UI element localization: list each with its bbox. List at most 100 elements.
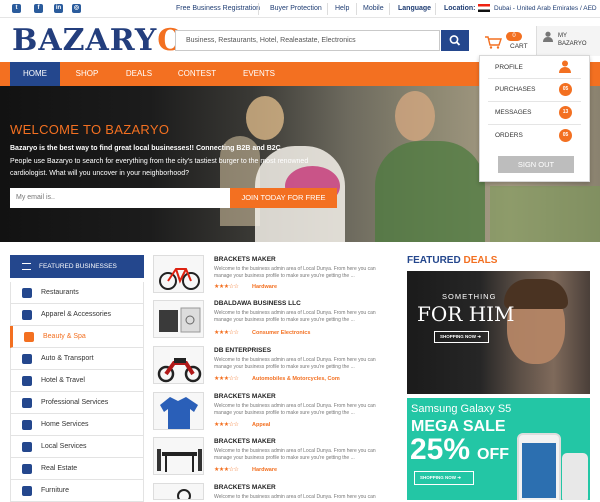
bazaryo-logo[interactable]: BAZARYO: [12, 24, 184, 58]
plane-icon: [22, 376, 32, 386]
join-button[interactable]: JOIN TODAY FOR FREE: [230, 188, 337, 208]
nav-deals[interactable]: DEALS: [114, 62, 164, 86]
account-menu-button[interactable]: MY BAZARYO: [536, 26, 600, 56]
featured-businesses-header: FEATURED BUSINESSES: [10, 255, 144, 278]
location-selector[interactable]: Dubai - United Arab Emirates / AED: [494, 5, 597, 12]
search-button[interactable]: [441, 30, 469, 51]
listing-title[interactable]: BRACKETS MAKER: [214, 256, 276, 263]
mobile-link[interactable]: Mobile: [363, 5, 384, 12]
facebook-icon[interactable]: f: [34, 4, 43, 13]
sidebar-item-apparel[interactable]: Apparel & Accessories: [10, 304, 144, 326]
sidebar-item-restaurants[interactable]: Restaurants: [10, 282, 144, 304]
listing-category[interactable]: Automobiles & Motorcycles, Com: [252, 376, 340, 382]
sidebar-item-beauty-spa[interactable]: Beauty & Spa: [10, 326, 144, 348]
sidebar-item-real-estate[interactable]: Real Estate: [10, 458, 144, 480]
listing-thumbnail[interactable]: [153, 346, 204, 384]
dropdown-purchases[interactable]: PURCHASES: [495, 86, 535, 93]
furniture-icon: [22, 486, 32, 496]
listing-description: Welcome to the business admin area of Lo…: [214, 266, 376, 272]
listing-category[interactable]: Consumer Electronics: [252, 330, 310, 336]
deal-subtitle: Samsung Galaxy S5: [411, 403, 512, 415]
divider: [488, 78, 581, 79]
email-field[interactable]: My email is..: [10, 188, 230, 208]
pin-icon: [22, 442, 32, 452]
listing-rating: ★★★☆☆: [214, 422, 239, 428]
hero-photo-person: [395, 91, 435, 141]
listing-thumbnail[interactable]: [153, 483, 204, 500]
sidebar-item-professional-services[interactable]: Professional Services: [10, 392, 144, 414]
listing-thumbnail[interactable]: [153, 300, 204, 338]
shop-now-button[interactable]: SHOPPING NOW ➜: [414, 471, 474, 485]
listing-description: manage your business profile to make sur…: [214, 273, 355, 279]
sidebar-item-home-services[interactable]: Home Services: [10, 414, 144, 436]
divider: [488, 101, 581, 102]
featured-businesses-title: FEATURED BUSINESSES: [39, 263, 117, 270]
sign-out-button[interactable]: SIGN OUT: [498, 156, 574, 173]
nav-contest[interactable]: CONTEST: [164, 62, 230, 86]
nav-home[interactable]: HOME: [10, 62, 60, 86]
listing-rating: ★★★☆☆: [214, 467, 239, 473]
help-link[interactable]: Help: [335, 5, 349, 12]
divider: [389, 3, 390, 15]
instagram-icon[interactable]: ◎: [72, 4, 81, 13]
sidebar-item-auto-transport[interactable]: Auto & Transport: [10, 348, 144, 370]
dropdown-profile[interactable]: PROFILE: [495, 64, 523, 71]
sidebar-item-hotel-travel[interactable]: Hotel & Travel: [10, 370, 144, 392]
search-icon: [449, 35, 461, 46]
nav-shop[interactable]: SHOP: [60, 62, 114, 86]
listing-title[interactable]: DB ENTERPRISES: [214, 347, 271, 354]
search-input[interactable]: Business, Restaurants, Hotel, Realeastat…: [175, 30, 440, 51]
divider: [435, 3, 436, 15]
deal-banner-for-him[interactable]: SOMETHING FOR HIM SHOPPING NOW ➜: [407, 271, 590, 394]
listing-description: Welcome to the business admin area of Lo…: [214, 448, 376, 454]
listing-description: manage your business profile to make sur…: [214, 455, 355, 461]
furniture-icon: [157, 449, 202, 472]
orders-count-badge: 05: [559, 129, 572, 142]
listing-category[interactable]: Hardware: [252, 284, 277, 290]
listing-title[interactable]: BRACKETS MAKER: [214, 393, 276, 400]
nav-events[interactable]: EVENTS: [230, 62, 288, 86]
divider: [258, 3, 259, 15]
cart-button[interactable]: 0 CART: [484, 32, 530, 56]
hero-tagline: Bazaryo is the best way to find great lo…: [10, 145, 281, 152]
dropdown-messages[interactable]: MESSAGES: [495, 109, 531, 116]
shop-now-button[interactable]: SHOPPING NOW ➜: [434, 331, 489, 343]
hero-description: People use Bazaryo to search for everyth…: [10, 158, 309, 165]
deal-title: FOR HIM: [417, 302, 515, 326]
sidebar-item-furniture[interactable]: Furniture: [10, 480, 144, 502]
deal-banner-galaxy[interactable]: Samsung Galaxy S5 MEGA SALE 25% OFF SHOP…: [407, 398, 590, 500]
account-dropdown: PROFILE PURCHASES 05 MESSAGES 13 ORDERS …: [479, 55, 590, 182]
cart-count-badge: 0: [506, 32, 522, 41]
listing-thumbnail[interactable]: [153, 255, 204, 293]
listing-title[interactable]: BRACKETS MAKER: [214, 438, 276, 445]
messages-count-badge: 13: [559, 106, 572, 119]
listing-category[interactable]: Appeal: [252, 422, 270, 428]
listing-category[interactable]: Hardware: [252, 467, 277, 473]
free-registration-link[interactable]: Free Business Registration: [176, 5, 260, 12]
hero-title: WELCOME TO BAZARYO: [10, 122, 170, 137]
twitter-icon[interactable]: t: [12, 4, 21, 13]
divider: [356, 3, 357, 15]
dropdown-orders[interactable]: ORDERS: [495, 132, 523, 139]
safe-icon: [159, 307, 201, 333]
cart-icon: [485, 36, 502, 49]
listing-title[interactable]: BRACKETS MAKER: [214, 484, 276, 491]
listing-description: Welcome to the business admin area of Lo…: [214, 357, 376, 363]
linkedin-icon[interactable]: in: [54, 4, 63, 13]
listing-title[interactable]: DBALDAWA BUSINESS LLC: [214, 300, 301, 307]
divider: [327, 3, 328, 15]
bicycle-icon: [159, 268, 200, 290]
buyer-protection-link[interactable]: Buyer Protection: [270, 5, 322, 12]
divider: [488, 124, 581, 125]
list-icon: [22, 263, 31, 270]
listing-description: Welcome to the business admin area of Lo…: [214, 310, 376, 316]
listing-thumbnail[interactable]: [153, 437, 204, 475]
listing-thumbnail[interactable]: [153, 392, 204, 430]
user-icon: [559, 60, 571, 73]
phone-screen: [522, 443, 556, 498]
deal-off-label: OFF: [477, 446, 509, 463]
phone-image: [562, 453, 588, 500]
uae-flag-icon: [478, 4, 490, 12]
sidebar-item-local-services[interactable]: Local Services: [10, 436, 144, 458]
language-link[interactable]: Language: [398, 5, 431, 12]
